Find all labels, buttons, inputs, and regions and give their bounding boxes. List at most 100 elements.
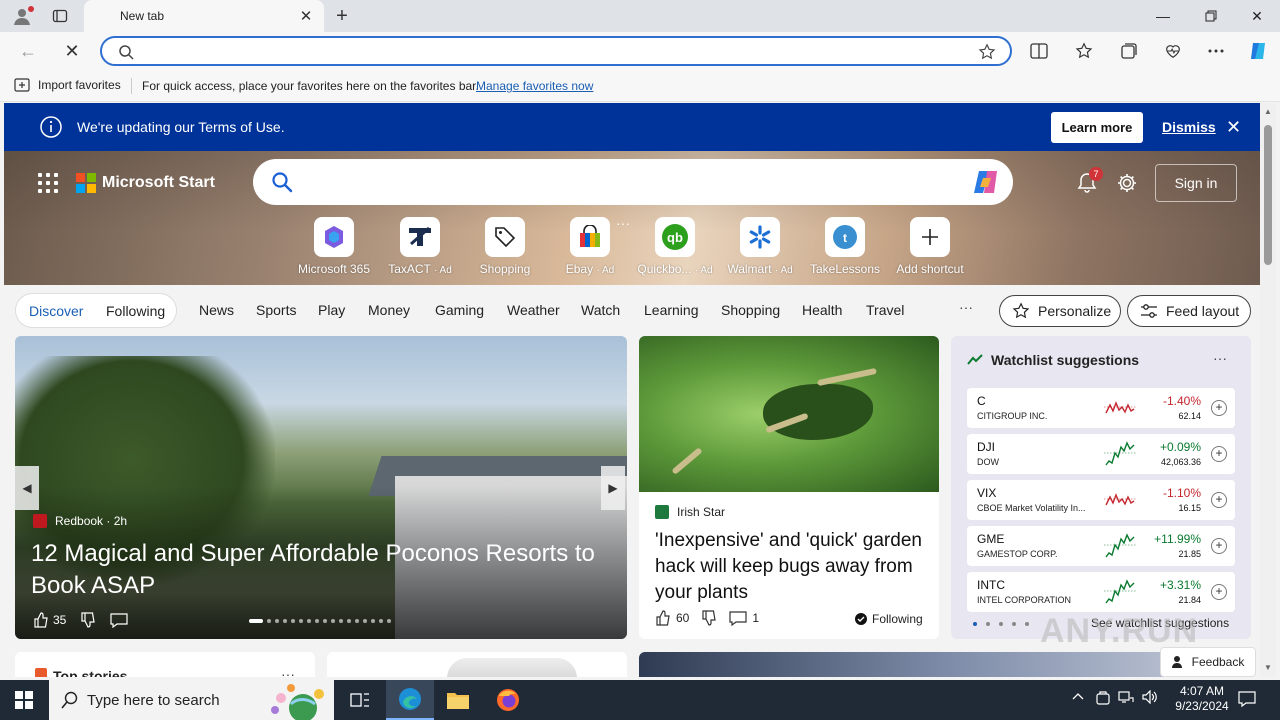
top-stories-more-button[interactable]: ··· (281, 666, 295, 677)
browser-essentials-button[interactable] (1161, 40, 1185, 62)
carousel-prev-button[interactable]: ◀ (15, 466, 39, 510)
second-story-card[interactable]: Irish Star 'Inexpensive' and 'quick' gar… (639, 336, 939, 639)
notifications-button[interactable]: 7 (1076, 167, 1103, 198)
tray-overflow-icon[interactable] (1072, 690, 1084, 704)
folder-icon (447, 693, 469, 709)
back-button[interactable]: ← (14, 38, 42, 64)
shortcut-more-icon[interactable]: ··· (616, 215, 630, 231)
tab-discover[interactable]: Discover (29, 303, 83, 319)
scroll-down-icon[interactable]: ▼ (1263, 663, 1273, 673)
story-title[interactable]: 'Inexpensive' and 'quick' garden hack wi… (655, 528, 925, 606)
page-settings-button[interactable] (1116, 172, 1138, 199)
add-to-watchlist-button[interactable]: + (1211, 492, 1227, 508)
taskbar-firefox[interactable] (484, 680, 532, 720)
nav-item-weather[interactable]: Weather (507, 302, 560, 318)
scrollbar-thumb[interactable] (1264, 125, 1272, 265)
shortcut-taxact[interactable]: TaxACT · Ad (380, 217, 460, 276)
restore-button[interactable] (1188, 0, 1234, 32)
main-story-card[interactable]: ◀ ▶ Redbook · 2h 12 Magical and Super Af… (15, 336, 627, 639)
import-favorites-button[interactable]: Import favorites (14, 78, 121, 92)
nav-item-play[interactable]: Play (318, 302, 345, 318)
page-scrollbar[interactable]: ▲ ▼ (1260, 103, 1276, 677)
feedback-button[interactable]: Feedback (1160, 647, 1256, 677)
add-to-watchlist-button[interactable]: + (1211, 538, 1227, 554)
personalize-button[interactable]: Personalize (999, 295, 1121, 327)
following-status[interactable]: Following (855, 612, 923, 626)
watchlist-more-button[interactable]: ··· (1213, 350, 1227, 366)
watchlist-row[interactable]: C CITIGROUP INC. -1.40% 62.14 + (967, 388, 1235, 428)
app-launcher-icon[interactable] (38, 173, 58, 193)
tab-close-button[interactable]: ✕ (296, 6, 316, 26)
story-card-car[interactable] (327, 652, 627, 677)
nav-more-button[interactable]: ··· (959, 299, 973, 315)
comment-button[interactable]: 1 (729, 610, 759, 626)
watchlist-row[interactable]: INTC INTEL CORPORATION +3.31% 21.84 + (967, 572, 1235, 612)
taskbar-search[interactable]: Type here to search (49, 680, 334, 720)
nav-item-shopping[interactable]: Shopping (721, 302, 780, 318)
like-button[interactable]: 35 (33, 612, 66, 628)
like-button[interactable]: 60 (655, 610, 689, 626)
nav-item-money[interactable]: Money (368, 302, 410, 318)
tray-volume-icon[interactable] (1142, 689, 1158, 707)
story-title[interactable]: 12 Magical and Super Affordable Poconos … (31, 538, 621, 602)
nav-item-health[interactable]: Health (802, 302, 842, 318)
close-window-button[interactable]: ✕ (1234, 0, 1280, 32)
microsoft-start-logo[interactable]: Microsoft Start (76, 173, 215, 193)
watchlist-row[interactable]: GME GAMESTOP CORP. +11.99% 21.85 + (967, 526, 1235, 566)
shortcut-walmart[interactable]: Walmart · Ad (720, 217, 800, 276)
watchlist-row[interactable]: VIX CBOE Market Volatility In... -1.10% 16.… (967, 480, 1235, 520)
collections-button[interactable] (1117, 40, 1141, 62)
copilot-icon[interactable] (971, 168, 1001, 196)
taskbar-edge[interactable] (386, 680, 434, 720)
shortcut-microsoft-365[interactable]: Microsoft 365 (294, 217, 374, 276)
copilot-button[interactable] (1245, 40, 1271, 62)
start-button[interactable] (0, 680, 48, 720)
tray-network-icon[interactable] (1118, 690, 1134, 707)
manage-favorites-link[interactable]: Manage favorites now (476, 79, 593, 93)
add-to-watchlist-button[interactable]: + (1211, 400, 1227, 416)
nav-item-watch[interactable]: Watch (581, 302, 620, 318)
banner-close-icon[interactable]: ✕ (1226, 117, 1241, 138)
task-view-button[interactable] (336, 680, 384, 720)
nav-item-travel[interactable]: Travel (866, 302, 904, 318)
learn-more-button[interactable]: Learn more (1051, 112, 1143, 143)
watchlist-row[interactable]: DJI DOW +0.09% 42,063.36 + (967, 434, 1235, 474)
add-favorite-star-icon[interactable] (978, 43, 996, 61)
thumbs-down-icon[interactable] (701, 610, 717, 626)
nav-item-learning[interactable]: Learning (644, 302, 699, 318)
shortcut-takelessons[interactable]: t TakeLessons (805, 217, 885, 276)
add-to-watchlist-button[interactable]: + (1211, 446, 1227, 462)
settings-more-button[interactable] (1204, 40, 1228, 62)
shortcut-shopping[interactable]: Shopping (465, 217, 545, 276)
stop-button[interactable]: ✕ (58, 38, 86, 64)
add-to-watchlist-button[interactable]: + (1211, 584, 1227, 600)
tab-actions-button[interactable] (44, 4, 76, 28)
carousel-next-button[interactable]: ▶ (601, 466, 625, 510)
split-screen-button[interactable] (1027, 40, 1051, 62)
nav-item-sports[interactable]: Sports (256, 302, 296, 318)
tray-security-icon[interactable] (1096, 690, 1110, 709)
nav-item-news[interactable]: News (199, 302, 234, 318)
dismiss-link[interactable]: Dismiss (1162, 119, 1216, 135)
shortcut-quickbooks[interactable]: qb Quickbo... · Ad (635, 217, 715, 276)
profile-button[interactable] (6, 4, 38, 28)
story-image (639, 336, 939, 492)
tab-following[interactable]: Following (106, 303, 165, 319)
feed-layout-button[interactable]: Feed layout (1127, 295, 1251, 327)
action-center-icon[interactable] (1238, 690, 1256, 711)
shortcut-add[interactable]: Add shortcut (890, 217, 970, 276)
taskbar-file-explorer[interactable] (434, 680, 482, 720)
sign-in-button[interactable]: Sign in (1155, 164, 1237, 202)
taskbar-clock[interactable]: 4:07 AM 9/23/2024 (1162, 684, 1242, 714)
favorites-button[interactable] (1072, 40, 1096, 62)
minimize-button[interactable]: — (1140, 0, 1186, 32)
nav-item-gaming[interactable]: Gaming (435, 302, 484, 318)
tab-new-tab[interactable]: New tab ✕ (84, 0, 324, 32)
comment-icon[interactable] (110, 612, 128, 628)
scroll-up-icon[interactable]: ▲ (1263, 107, 1273, 117)
thumbs-down-icon[interactable] (80, 612, 96, 628)
address-bar[interactable] (100, 36, 1012, 66)
shortcut-label: TaxACT (388, 262, 431, 276)
web-search-box[interactable] (253, 159, 1013, 205)
new-tab-button[interactable]: + (330, 4, 354, 28)
